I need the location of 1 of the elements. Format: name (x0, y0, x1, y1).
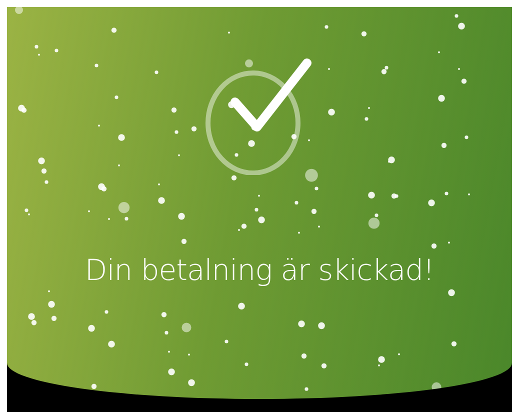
confirmation-message: Din betalning är skickad! (84, 253, 434, 287)
